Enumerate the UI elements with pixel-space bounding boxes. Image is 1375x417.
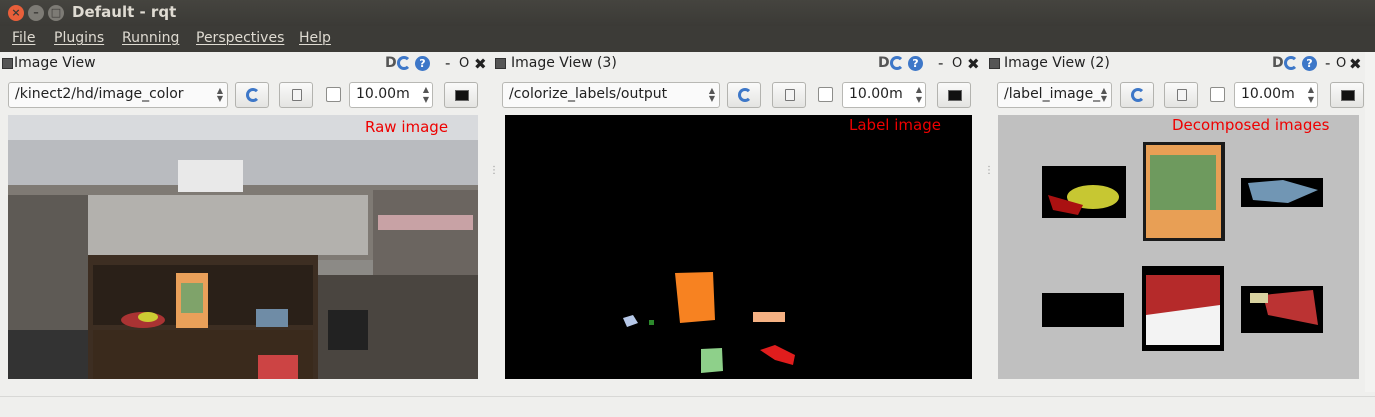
- panel-controls: /label_image_ ▲ ▼ 10.00m ▲ ▼: [997, 82, 1365, 108]
- panel-icon: [495, 58, 506, 69]
- smooth-checkbox[interactable]: [818, 87, 833, 102]
- panel-tools: D ? - O ✖: [1272, 54, 1362, 73]
- decomposed-image-view: Decomposed images: [998, 115, 1359, 379]
- image-view-panel-2: Image View (3) D ? - O ✖ /colorize_label…: [493, 52, 987, 386]
- panel-title: Image View: [14, 55, 96, 71]
- window-titlebar: × – □ Default - rqt: [0, 0, 1375, 26]
- panel-controls: /colorize_labels/output ▲ ▼ 10.00m ▲ ▼: [502, 82, 982, 108]
- maximize-window-button[interactable]: □: [48, 5, 64, 21]
- max-depth-value: 10.00m: [849, 86, 903, 102]
- color-scheme-button[interactable]: [1330, 82, 1364, 108]
- label-image-view: Label image: [505, 115, 972, 379]
- spin-arrows-icon: ▲ ▼: [422, 85, 429, 104]
- topic-select[interactable]: /label_image_ ▲ ▼: [997, 82, 1112, 108]
- topic-value: /colorize_labels/output: [509, 86, 668, 102]
- menu-running[interactable]: Running: [122, 30, 179, 46]
- decomposed-images-label: Decomposed images: [1172, 116, 1330, 134]
- panel-icon: [2, 58, 13, 69]
- menu-plugins[interactable]: Plugins: [54, 30, 104, 46]
- decomposed-images: [998, 115, 1359, 379]
- minimize-window-button[interactable]: –: [28, 5, 44, 21]
- refresh-icon: [738, 88, 752, 102]
- menu-file[interactable]: File: [12, 30, 35, 46]
- max-depth-spinbox[interactable]: 10.00m ▲ ▼: [1234, 82, 1318, 108]
- refresh-topics-button[interactable]: [1120, 82, 1154, 108]
- close-window-button[interactable]: ×: [8, 5, 24, 21]
- black-square-icon: [1341, 90, 1355, 101]
- topic-value: /label_image_: [1004, 86, 1101, 102]
- raw-image-view: Raw image: [8, 115, 478, 379]
- close-panel-icon[interactable]: ✖: [1349, 55, 1362, 73]
- spin-arrows-icon: ▲ ▼: [915, 85, 922, 104]
- panel-controls: /kinect2/hd/image_color ▲ ▼ 10.00m ▲ ▼: [8, 82, 488, 108]
- save-icon: [785, 89, 795, 101]
- topic-value: /kinect2/hd/image_color: [15, 86, 184, 102]
- minimize-panel-icon[interactable]: -: [938, 54, 943, 72]
- options-icon[interactable]: O: [952, 56, 962, 71]
- minimize-panel-icon[interactable]: -: [1325, 54, 1330, 72]
- dropdown-arrows-icon: ▲ ▼: [708, 86, 715, 103]
- max-depth-value: 10.00m: [356, 86, 410, 102]
- dropdown-arrows-icon: ▲ ▼: [216, 86, 223, 103]
- panel-titlebar: Image View D ? - O ✖: [0, 52, 493, 74]
- panel-titlebar: Image View (2) D ? - O ✖: [987, 52, 1365, 74]
- topic-select[interactable]: /colorize_labels/output ▲ ▼: [502, 82, 720, 108]
- panel-titlebar: Image View (3) D ? - O ✖: [493, 52, 987, 74]
- save-image-button[interactable]: [279, 82, 313, 108]
- panel-tools: D ? - O ✖: [385, 54, 490, 73]
- reload-icon[interactable]: [1284, 56, 1298, 70]
- dock-icon[interactable]: D: [385, 55, 397, 71]
- window-title: Default - rqt: [72, 3, 177, 21]
- black-square-icon: [948, 90, 962, 101]
- label-image: [505, 115, 972, 379]
- menu-perspectives[interactable]: Perspectives: [196, 30, 284, 46]
- raw-image-label: Raw image: [365, 118, 449, 136]
- save-icon: [292, 89, 302, 101]
- minimize-panel-icon[interactable]: -: [445, 54, 450, 72]
- close-panel-icon[interactable]: ✖: [474, 55, 487, 73]
- dropdown-arrows-icon: ▲ ▼: [1100, 86, 1107, 103]
- panel-tools: D ? - O ✖: [878, 54, 983, 73]
- black-square-icon: [455, 90, 469, 101]
- panel-icon: [989, 58, 1000, 69]
- image-view-panel-3: Image View (2) D ? - O ✖ /label_image_ ▲…: [987, 52, 1365, 386]
- color-scheme-button[interactable]: [444, 82, 478, 108]
- refresh-icon: [246, 88, 260, 102]
- spin-arrows-icon: ▲ ▼: [1307, 85, 1314, 104]
- menu-help[interactable]: Help: [299, 30, 331, 46]
- raw-image: [8, 115, 478, 379]
- panel-title: Image View (3): [511, 55, 617, 71]
- smooth-checkbox[interactable]: [326, 87, 341, 102]
- topic-select[interactable]: /kinect2/hd/image_color ▲ ▼: [8, 82, 228, 108]
- reload-icon[interactable]: [397, 56, 411, 70]
- save-image-button[interactable]: [772, 82, 806, 108]
- refresh-topics-button[interactable]: [727, 82, 761, 108]
- help-icon[interactable]: ?: [908, 56, 923, 71]
- options-icon[interactable]: O: [1336, 56, 1346, 71]
- max-depth-spinbox[interactable]: 10.00m ▲ ▼: [842, 82, 926, 108]
- label-image-label: Label image: [849, 116, 941, 134]
- image-view-panel-1: Image View D ? - O ✖ /kinect2/hd/image_c…: [0, 52, 493, 386]
- max-depth-value: 10.00m: [1241, 86, 1295, 102]
- save-icon: [1177, 89, 1187, 101]
- refresh-topics-button[interactable]: [235, 82, 269, 108]
- refresh-icon: [1131, 88, 1145, 102]
- menu-bar: File Plugins Running Perspectives Help: [0, 26, 1375, 52]
- reload-icon[interactable]: [890, 56, 904, 70]
- right-scrollbar[interactable]: [1365, 52, 1375, 392]
- close-panel-icon[interactable]: ✖: [967, 55, 980, 73]
- color-scheme-button[interactable]: [937, 82, 971, 108]
- smooth-checkbox[interactable]: [1210, 87, 1225, 102]
- panel-title: Image View (2): [1004, 55, 1110, 71]
- dock-icon[interactable]: D: [878, 55, 890, 71]
- help-icon[interactable]: ?: [415, 56, 430, 71]
- help-icon[interactable]: ?: [1302, 56, 1317, 71]
- max-depth-spinbox[interactable]: 10.00m ▲ ▼: [349, 82, 433, 108]
- save-image-button[interactable]: [1164, 82, 1198, 108]
- status-bar: [0, 396, 1375, 417]
- options-icon[interactable]: O: [459, 56, 469, 71]
- dock-icon[interactable]: D: [1272, 55, 1284, 71]
